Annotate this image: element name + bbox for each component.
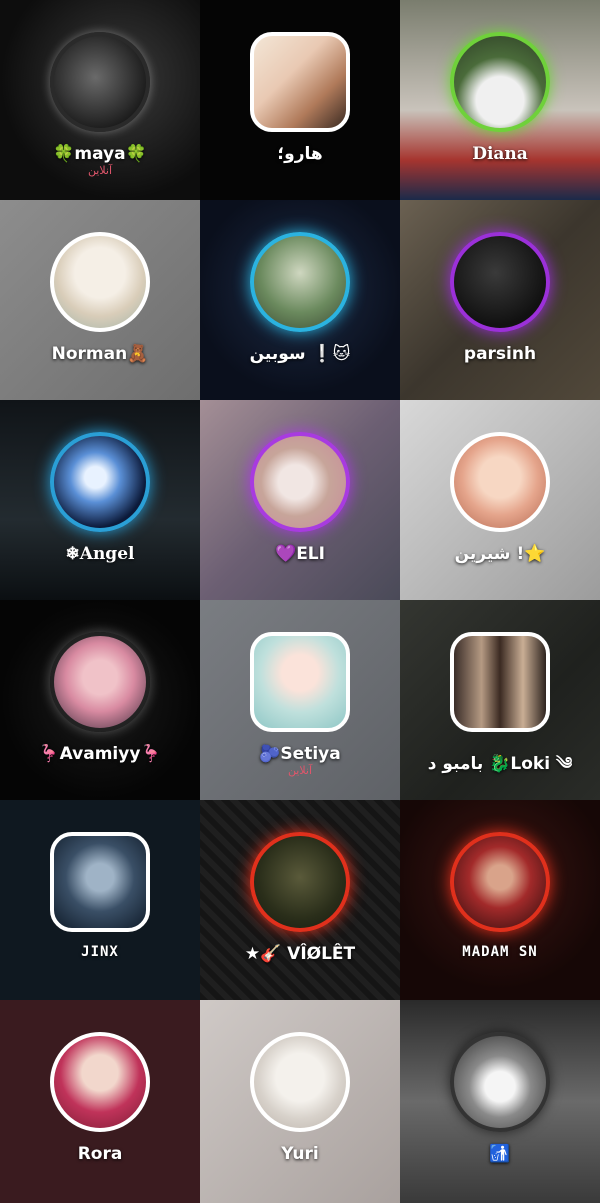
avatar (250, 32, 350, 132)
member-tile-diana[interactable]: Diana (400, 0, 600, 200)
avatar (450, 232, 550, 332)
member-name: 🚮 (489, 1144, 511, 1164)
avatar (50, 632, 150, 732)
avatar (50, 832, 150, 932)
member-name: ★🎸 VÎØLÊT (244, 944, 356, 964)
online-status: آنلاین (287, 764, 313, 777)
member-name: ❄Angel (65, 544, 135, 564)
online-status: آنلاین (87, 164, 113, 177)
member-tile-violet[interactable]: ★🎸 VÎØLÊT (200, 800, 400, 1000)
member-name: بامبو د 🐉Loki ༄ (427, 754, 573, 774)
member-name: Yuri (281, 1144, 319, 1164)
avatar (50, 1032, 150, 1132)
member-tile-haru[interactable]: هارو؛ (200, 0, 400, 200)
member-name: Rora (77, 1144, 123, 1164)
avatar (250, 432, 350, 532)
member-name: شیرین !⭐ (454, 544, 546, 564)
avatar (450, 832, 550, 932)
members-grid: 🍀maya🍀 آنلاین هارو؛ Diana Norman🧸 سوبین … (0, 0, 600, 1203)
avatar (50, 232, 150, 332)
member-tile-yuri[interactable]: Yuri (200, 1000, 400, 1203)
member-tile-jinx[interactable]: JINX (0, 800, 200, 1000)
member-name: Norman🧸 (51, 344, 149, 364)
member-name: JINX (81, 944, 119, 960)
member-tile-trash[interactable]: 🚮 (400, 1000, 600, 1203)
avatar (50, 432, 150, 532)
avatar (450, 432, 550, 532)
member-name: 🍀maya🍀 (53, 144, 147, 164)
member-name: 🫐Setiya (259, 744, 341, 764)
avatar (450, 1032, 550, 1132)
avatar (250, 232, 350, 332)
avatar (50, 32, 150, 132)
member-name: سوبین ❕🐱 (249, 344, 351, 364)
member-tile-soobin[interactable]: سوبین ❕🐱 (200, 200, 400, 400)
member-tile-norman[interactable]: Norman🧸 (0, 200, 200, 400)
member-name: 🦩Avamiyy🦩 (38, 744, 162, 764)
member-tile-setiya[interactable]: 🫐Setiya آنلاین (200, 600, 400, 800)
member-tile-eli[interactable]: 💜ELI (200, 400, 400, 600)
member-tile-madam-sn[interactable]: MADAM SN (400, 800, 600, 1000)
avatar (250, 632, 350, 732)
member-tile-rora[interactable]: Rora (0, 1000, 200, 1203)
member-name: هارو؛ (277, 144, 323, 164)
member-tile-angel[interactable]: ❄Angel (0, 400, 200, 600)
member-tile-loki[interactable]: بامبو د 🐉Loki ༄ (400, 600, 600, 800)
member-name: 💜ELI (275, 544, 325, 564)
member-tile-shirin[interactable]: شیرین !⭐ (400, 400, 600, 600)
avatar (450, 632, 550, 732)
avatar (450, 32, 550, 132)
member-name: Diana (472, 144, 528, 164)
member-tile-avamiyy[interactable]: 🦩Avamiyy🦩 (0, 600, 200, 800)
member-name: parsinh (463, 344, 537, 364)
member-tile-parsinh[interactable]: parsinh (400, 200, 600, 400)
member-name: MADAM SN (462, 944, 538, 960)
avatar (250, 1032, 350, 1132)
member-tile-maya[interactable]: 🍀maya🍀 آنلاین (0, 0, 200, 200)
avatar (250, 832, 350, 932)
